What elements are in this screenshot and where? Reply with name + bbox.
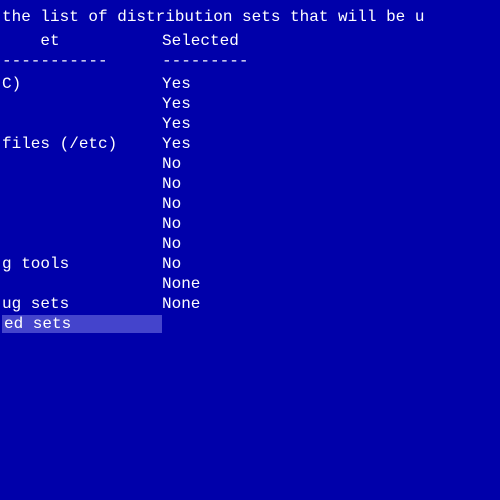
divider-selected: --------- [162,52,262,70]
row-value-7: No [162,215,262,233]
row-name-3: files (/etc) [2,135,162,153]
table-row: No [2,214,500,234]
col-header-selected: Selected [162,32,262,50]
divider-set: ----------- [2,52,162,70]
row-value-2: Yes [162,115,262,133]
header-text: the list of distribution sets that will … [0,0,500,30]
row-value-11: None [162,295,262,313]
row-name-4 [2,155,162,173]
row-name-9: g tools [2,255,162,273]
row-name-0: C) [2,75,162,93]
column-headers: et Selected [2,30,500,52]
table-row: g tools No [2,254,500,274]
row-value-3: Yes [162,135,262,153]
row-value-12 [162,315,262,333]
row-value-10: None [162,275,262,293]
row-name-11: ug sets [2,295,162,313]
row-value-5: No [162,175,262,193]
table-row: Yes [2,94,500,114]
table-divider: ----------- --------- [2,52,500,74]
table-row: No [2,234,500,254]
row-value-9: No [162,255,262,273]
table-row: C) Yes [2,74,500,94]
col-header-set: et [2,32,162,50]
row-value-0: Yes [162,75,262,93]
screen: the list of distribution sets that will … [0,0,500,500]
row-name-1 [2,95,162,113]
table-row: ug sets None [2,294,500,314]
row-name-5 [2,175,162,193]
table-row: Yes [2,114,500,134]
row-name-12: ed sets [2,315,162,333]
table-row: files (/etc) Yes [2,134,500,154]
row-name-10 [2,275,162,293]
row-name-7 [2,215,162,233]
table-row: No [2,194,500,214]
row-name-8 [2,235,162,253]
table-row: None [2,274,500,294]
table-container: et Selected ----------- --------- C) Yes… [0,30,500,334]
table-row: No [2,174,500,194]
row-value-8: No [162,235,262,253]
table-row: No [2,154,500,174]
row-value-6: No [162,195,262,213]
table-row-highlighted[interactable]: ed sets [2,314,500,334]
row-value-1: Yes [162,95,262,113]
row-value-4: No [162,155,262,173]
row-name-6 [2,195,162,213]
row-name-2 [2,115,162,133]
